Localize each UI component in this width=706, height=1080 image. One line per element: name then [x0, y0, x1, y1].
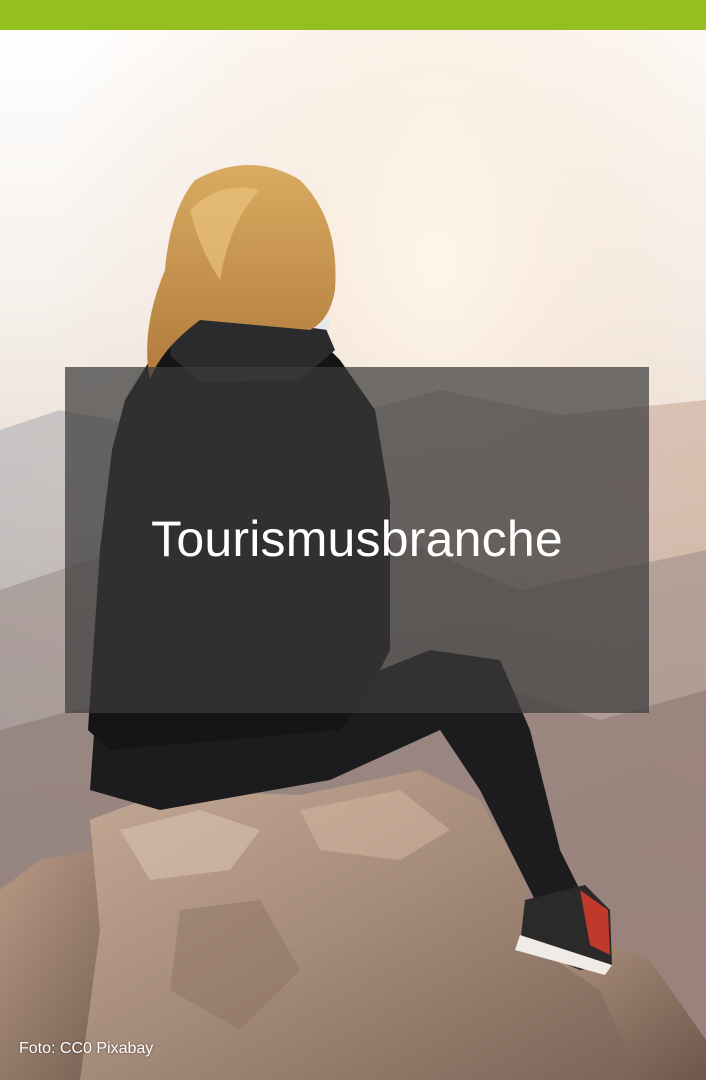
- photo-credit: Foto: CC0 Pixabay: [19, 1040, 154, 1057]
- page: Tourismusbranche Foto: CC0 Pixabay: [0, 0, 706, 1080]
- hero-title-overlay: Tourismusbranche: [65, 367, 649, 713]
- page-title: Tourismusbranche: [151, 511, 563, 567]
- top-accent-bar: [0, 0, 706, 30]
